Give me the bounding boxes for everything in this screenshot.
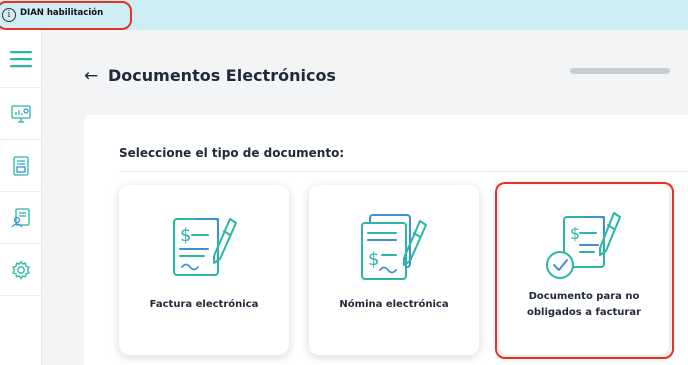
- sidebar-item-reports[interactable]: [0, 192, 41, 244]
- invoice-pen-icon: $: [173, 218, 237, 276]
- card-nomina-electronica[interactable]: $ Nómina electrónica: [309, 185, 479, 355]
- payroll-pen-icon: $: [361, 214, 427, 280]
- gear-icon: [11, 259, 30, 280]
- page-title: Documentos Electrónicos: [108, 66, 336, 85]
- section-subtitle: Seleccione el tipo de documento:: [119, 146, 345, 160]
- svg-text:$: $: [368, 249, 379, 270]
- hamburger-icon: [9, 50, 32, 67]
- svg-text:$: $: [180, 225, 191, 246]
- divider: [119, 171, 688, 172]
- card-label: Factura electrónica: [149, 299, 259, 310]
- sidebar: [0, 30, 42, 365]
- annotation-highlight-card: [495, 182, 674, 359]
- report-person-icon: [11, 207, 30, 227]
- sidebar-item-settings[interactable]: [0, 244, 41, 296]
- sidebar-item-dashboard[interactable]: [0, 88, 41, 140]
- back-arrow-icon[interactable]: ←: [84, 66, 98, 86]
- monitor-chart-icon: [10, 104, 31, 123]
- sidebar-item-menu[interactable]: [0, 30, 41, 88]
- card-factura-electronica[interactable]: $ Factura electrónica: [119, 185, 289, 355]
- card-label: Nómina electrónica: [339, 299, 449, 310]
- user-menu[interactable]: [570, 68, 670, 74]
- annotation-highlight-environment: [0, 1, 132, 30]
- sidebar-item-documents[interactable]: [0, 140, 41, 192]
- document-list-icon: [12, 155, 29, 176]
